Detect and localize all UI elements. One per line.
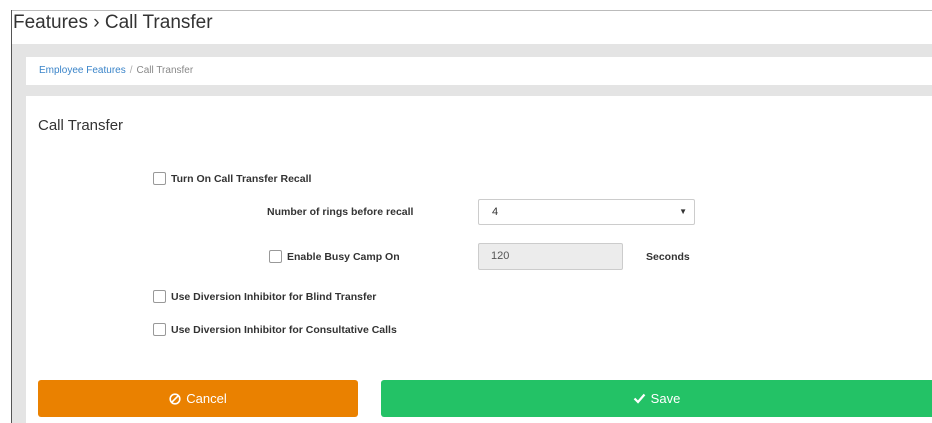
breadcrumb: Employee Features / Call Transfer: [26, 57, 932, 85]
check-icon: [633, 393, 646, 404]
recall-checkbox-label: Turn On Call Transfer Recall: [171, 172, 312, 185]
breadcrumb-separator: /: [129, 65, 133, 76]
consultative-checkbox-row[interactable]: Use Diversion Inhibitor for Consultative…: [153, 323, 397, 336]
busy-camp-checkbox-label: Enable Busy Camp On: [287, 250, 400, 263]
breadcrumb-link-employee-features[interactable]: Employee Features: [39, 65, 126, 76]
blind-transfer-label: Use Diversion Inhibitor for Blind Transf…: [171, 290, 377, 303]
blind-transfer-checkbox[interactable]: [153, 290, 166, 303]
blind-transfer-checkbox-row[interactable]: Use Diversion Inhibitor for Blind Transf…: [153, 290, 376, 303]
rings-select[interactable]: 4 ▼: [478, 199, 695, 225]
recall-checkbox-row[interactable]: Turn On Call Transfer Recall: [153, 172, 311, 185]
panel-title: Call Transfer: [38, 117, 124, 134]
seconds-unit-label: Seconds: [646, 251, 690, 263]
consultative-checkbox[interactable]: [153, 323, 166, 336]
window-top-border: [11, 10, 932, 11]
busy-camp-seconds-input[interactable]: 120: [478, 243, 623, 270]
rings-label: Number of rings before recall: [267, 206, 414, 218]
breadcrumb-current: Call Transfer: [136, 65, 194, 76]
rings-select-value: 4: [492, 206, 499, 218]
consultative-label: Use Diversion Inhibitor for Consultative…: [171, 323, 397, 336]
caret-down-icon: ▼: [679, 207, 687, 216]
cancel-button[interactable]: Cancel: [38, 380, 358, 417]
recall-checkbox[interactable]: [153, 172, 166, 185]
ban-icon: [169, 392, 181, 405]
busy-camp-checkbox[interactable]: [269, 250, 282, 263]
page-title: Features › Call Transfer: [13, 12, 213, 33]
busy-camp-checkbox-row[interactable]: Enable Busy Camp On: [269, 250, 400, 263]
save-button[interactable]: Save: [381, 380, 932, 417]
save-button-label: Save: [650, 391, 681, 406]
cancel-button-label: Cancel: [186, 391, 227, 406]
